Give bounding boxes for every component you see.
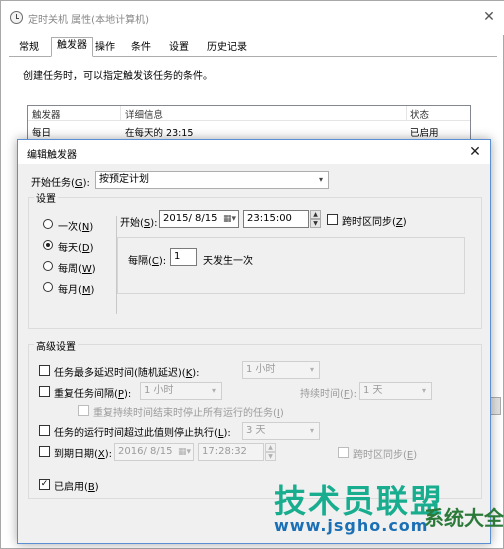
recur-unit-label: 天发生一次 xyxy=(203,256,253,267)
recur-days-input[interactable]: 1 xyxy=(170,248,197,266)
repeat-checkbox[interactable] xyxy=(39,386,50,397)
spin-up-icon[interactable]: ▲ xyxy=(310,210,321,219)
radio-monthly[interactable] xyxy=(43,282,53,292)
duration-select[interactable]: 1 天 ▾ xyxy=(359,382,432,400)
close-icon[interactable]: ✕ xyxy=(464,142,486,162)
cell-details: 在每天的 23:15 xyxy=(125,128,194,139)
start-label: 开始(S): xyxy=(120,218,158,229)
delay-label[interactable]: 任务最多延迟时间(随机延迟)(K): xyxy=(54,364,200,379)
spin-down-icon[interactable]: ▼ xyxy=(310,219,321,228)
table-row[interactable] xyxy=(29,122,469,139)
radio-weekly[interactable] xyxy=(43,261,53,271)
stop-long-select[interactable]: 3 天 ▾ xyxy=(242,422,320,440)
start-time-spinner[interactable]: ▲ ▼ xyxy=(310,210,321,228)
sync-timezone-label[interactable]: 跨时区同步(Z) xyxy=(342,213,407,228)
dialog-titlebar: 编辑触发器 ✕ xyxy=(18,140,490,164)
tab-actions[interactable]: 操作 xyxy=(89,39,121,56)
radio-monthly-label[interactable]: 每月(M) xyxy=(58,281,94,296)
calendar-icon[interactable]: ▦▾ xyxy=(178,444,191,460)
start-date-picker[interactable]: 2015/ 8/15 ▦▾ xyxy=(159,210,239,228)
watermark-side-text: 系统大全 xyxy=(424,506,504,530)
spin-up-icon[interactable]: ▲ xyxy=(265,443,276,452)
column-header-details[interactable]: 详细信息 xyxy=(125,107,163,121)
repeat-label[interactable]: 重复任务间隔(P): xyxy=(54,385,131,400)
radio-once[interactable] xyxy=(43,219,53,229)
stop-long-label[interactable]: 任务的运行时间超过此值则停止执行(L): xyxy=(54,424,231,439)
expire-time-spinner[interactable]: ▲ ▼ xyxy=(265,443,276,461)
chevron-down-icon: ▾ xyxy=(309,365,314,374)
checkmark-icon: ✓ xyxy=(40,479,49,489)
dialog-title: 编辑触发器 xyxy=(27,150,77,161)
tab-general[interactable]: 常规 xyxy=(13,39,45,56)
chevron-down-icon: ▾ xyxy=(309,426,314,435)
expire-date-picker[interactable]: 2016/ 8/15 ▦▾ xyxy=(114,443,194,461)
expire-sync-checkbox[interactable] xyxy=(338,447,349,458)
radio-daily-label[interactable]: 每天(D) xyxy=(58,239,94,254)
calendar-icon[interactable]: ▦▾ xyxy=(223,211,236,227)
enabled-label[interactable]: 已启用(B) xyxy=(54,478,99,493)
delay-select[interactable]: 1 小时 ▾ xyxy=(242,361,320,379)
chevron-down-icon: ▾ xyxy=(421,386,426,395)
column-separator xyxy=(120,106,121,121)
trigger-table[interactable]: 触发器 详细信息 状态 每日 在每天的 23:15 已启用 xyxy=(27,105,471,141)
expire-label[interactable]: 到期日期(X): xyxy=(54,445,112,460)
advanced-group-title: 高级设置 xyxy=(34,338,78,353)
radio-daily[interactable] xyxy=(43,240,53,250)
cell-trigger: 每日 xyxy=(32,128,52,139)
column-separator xyxy=(406,106,407,121)
table-header: 触发器 详细信息 状态 xyxy=(28,106,470,121)
tab-triggers[interactable]: 触发器 xyxy=(51,37,93,57)
chevron-down-icon: ▾ xyxy=(318,175,323,184)
column-header-status[interactable]: 状态 xyxy=(410,107,429,121)
start-time-field[interactable]: 23:15:00 xyxy=(243,210,309,228)
window-titlebar: 定时关机 属性(本地计算机) ✕ xyxy=(1,1,504,35)
trigger-description: 创建任务时，可以指定触发该任务的条件。 xyxy=(23,71,213,82)
watermark-url: www.jsgho.com xyxy=(274,516,429,535)
delay-checkbox[interactable] xyxy=(39,365,50,376)
clock-icon xyxy=(10,11,23,24)
stop-running-label[interactable]: 重复持续时间结束时停止所有运行的任务(I) xyxy=(93,404,284,419)
settings-group-title: 设置 xyxy=(34,190,58,205)
stop-running-checkbox[interactable] xyxy=(78,405,89,416)
recur-label: 每隔(C): xyxy=(128,256,167,267)
sync-timezone-checkbox[interactable] xyxy=(327,214,338,225)
tab-history[interactable]: 历史记录 xyxy=(201,39,253,56)
begin-task-label: 开始任务(G): xyxy=(31,178,90,189)
column-header-trigger[interactable]: 触发器 xyxy=(32,107,61,121)
cell-status: 已启用 xyxy=(410,128,439,139)
begin-task-select[interactable]: 按预定计划 ▾ xyxy=(95,171,329,189)
radio-weekly-label[interactable]: 每周(W) xyxy=(58,260,96,275)
stop-long-checkbox[interactable] xyxy=(39,425,50,436)
duration-label: 持续时间(F): xyxy=(300,389,357,400)
expire-sync-label[interactable]: 跨时区同步(E) xyxy=(353,446,417,461)
window-title: 定时关机 属性(本地计算机) xyxy=(28,15,149,26)
spin-down-icon[interactable]: ▼ xyxy=(265,452,276,461)
watermark-logo: 技术员联盟 系统大全 www.jsgho.com xyxy=(274,476,504,549)
tab-conditions[interactable]: 条件 xyxy=(125,39,157,56)
chevron-down-icon: ▾ xyxy=(211,386,216,395)
close-icon[interactable]: ✕ xyxy=(479,7,499,27)
repeat-interval-select[interactable]: 1 小时 ▾ xyxy=(140,382,222,400)
expire-checkbox[interactable] xyxy=(39,446,50,457)
expire-time-field[interactable]: 17:28:32 xyxy=(198,443,264,461)
tab-settings[interactable]: 设置 xyxy=(163,39,195,56)
radio-once-label[interactable]: 一次(N) xyxy=(58,218,93,233)
enabled-checkbox[interactable]: ✓ xyxy=(39,479,50,490)
